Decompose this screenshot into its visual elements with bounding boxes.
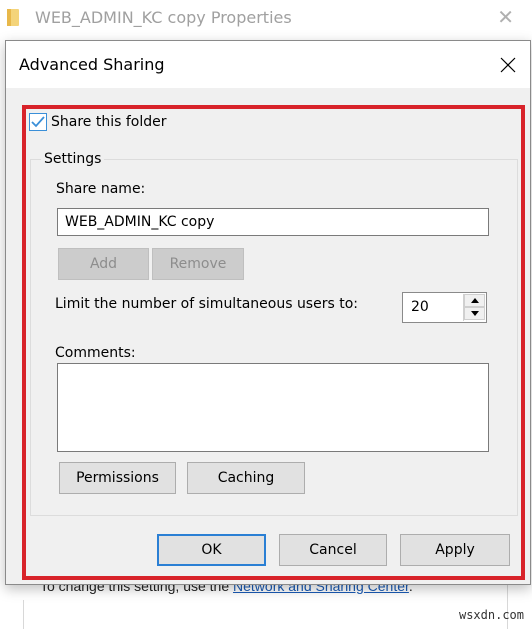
- divider: [23, 600, 24, 629]
- close-icon[interactable]: ✕: [497, 7, 514, 27]
- dialog-title: Advanced Sharing: [19, 55, 165, 74]
- dialog-titlebar: Advanced Sharing: [6, 41, 530, 88]
- watermark: wsxdn.com: [458, 608, 524, 622]
- properties-window-title: WEB_ADMIN_KC copy Properties: [35, 8, 292, 27]
- close-icon: [500, 57, 516, 73]
- annotation-highlight-box: [22, 105, 525, 580]
- folder-icon: [7, 9, 19, 26]
- dialog-close-button[interactable]: [494, 51, 522, 79]
- properties-titlebar: WEB_ADMIN_KC copy Properties ✕: [0, 0, 532, 38]
